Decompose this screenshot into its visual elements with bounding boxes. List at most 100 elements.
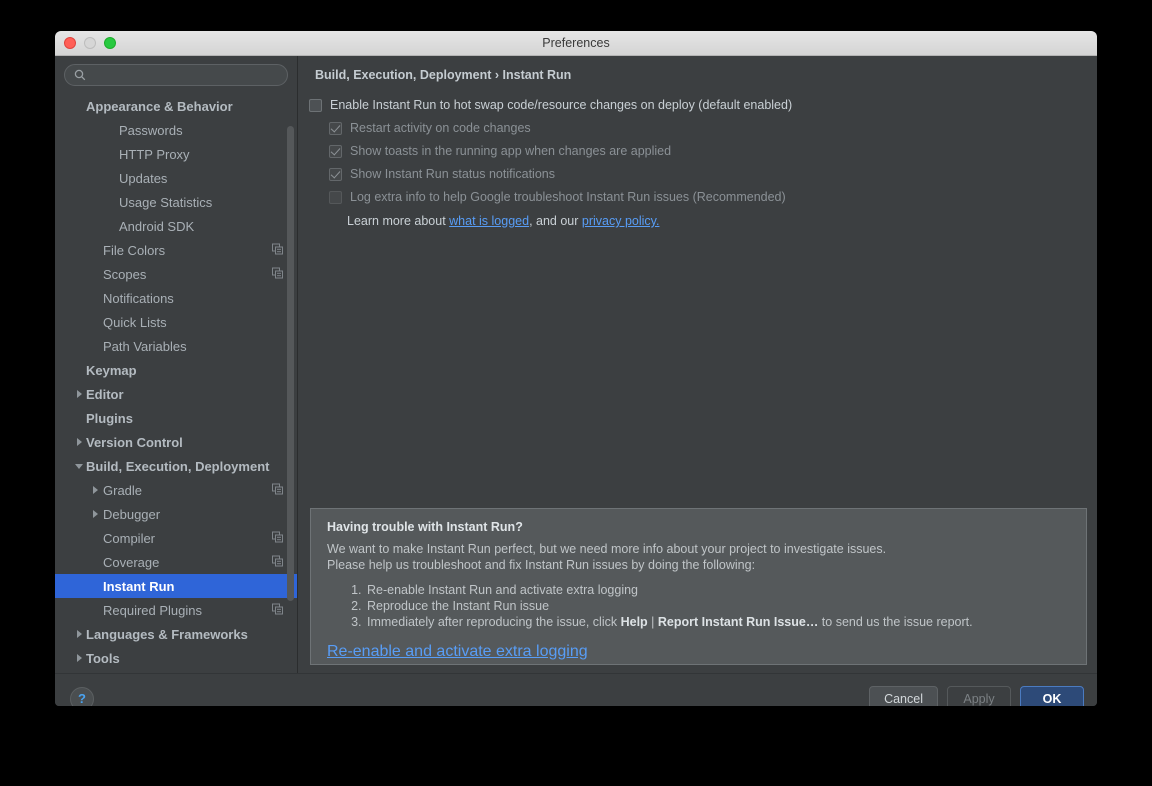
settings-sidebar: Appearance & Behavior Passwords HTTP Proxy… bbox=[55, 56, 297, 673]
sidebar-item-passwords[interactable]: Passwords bbox=[55, 118, 297, 142]
sidebar-item-debugger[interactable]: Debugger bbox=[55, 502, 297, 526]
checkbox-icon bbox=[329, 144, 342, 158]
sidebar-item-keymap[interactable]: Keymap bbox=[55, 358, 297, 382]
option-row[interactable]: Restart activity on code changes bbox=[329, 121, 1097, 135]
sidebar-item-appearance-behavior[interactable]: Appearance & Behavior bbox=[55, 94, 297, 118]
chevron-right-icon[interactable] bbox=[89, 486, 101, 494]
sidebar-item-languages-frameworks[interactable]: Languages & Frameworks bbox=[55, 622, 297, 646]
help-step: Reproduce the Instant Run issue bbox=[365, 598, 1070, 614]
sidebar-item-label: Android SDK bbox=[119, 218, 195, 234]
search-input[interactable] bbox=[92, 67, 278, 83]
sidebar-scrollbar-track[interactable] bbox=[287, 126, 294, 669]
sidebar-item-required-plugins[interactable]: Required Plugins bbox=[55, 598, 297, 622]
sidebar-item-updates[interactable]: Updates bbox=[55, 166, 297, 190]
option-row[interactable]: Enable Instant Run to hot swap code/reso… bbox=[309, 98, 1097, 112]
option-row[interactable]: Show toasts in the running app when chan… bbox=[329, 144, 1097, 158]
sidebar-item-scopes[interactable]: Scopes bbox=[55, 262, 297, 286]
sidebar-item-file-colors[interactable]: File Colors bbox=[55, 238, 297, 262]
chevron-right-icon[interactable] bbox=[73, 654, 85, 662]
learn-more-middle: , and our bbox=[529, 214, 582, 228]
sidebar-item-label: Build, Execution, Deployment bbox=[86, 458, 270, 474]
help-step: Re-enable Instant Run and activate extra… bbox=[365, 582, 1070, 598]
chevron-down-icon[interactable] bbox=[73, 463, 85, 469]
checkbox-icon[interactable] bbox=[309, 98, 322, 112]
chevron-right-icon[interactable] bbox=[73, 630, 85, 638]
apply-button: Apply bbox=[947, 685, 1011, 706]
checkbox-icon bbox=[329, 190, 342, 204]
window-titlebar: Preferences bbox=[55, 31, 1097, 56]
sidebar-item-plugins[interactable]: Plugins bbox=[55, 406, 297, 430]
sidebar-item-label: Gradle bbox=[103, 482, 143, 498]
options-list: Enable Instant Run to hot swap code/reso… bbox=[298, 98, 1097, 204]
sidebar-item-label: Appearance & Behavior bbox=[86, 98, 233, 114]
sidebar-item-build-execution-deployment[interactable]: Build, Execution, Deployment bbox=[55, 454, 297, 478]
copy-icon[interactable] bbox=[272, 243, 283, 258]
preferences-window: Preferences Appearance & Behavior Passwor… bbox=[55, 31, 1097, 706]
sidebar-item-http-proxy[interactable]: HTTP Proxy bbox=[55, 142, 297, 166]
copy-icon[interactable] bbox=[272, 603, 283, 618]
option-label: Restart activity on code changes bbox=[350, 121, 531, 135]
sidebar-item-label: Path Variables bbox=[103, 338, 187, 354]
sidebar-item-version-control[interactable]: Version Control bbox=[55, 430, 297, 454]
sidebar-item-instant-run[interactable]: Instant Run bbox=[55, 574, 297, 598]
help-step-text: Reproduce the Instant Run issue bbox=[367, 599, 550, 613]
chevron-right-icon[interactable] bbox=[89, 510, 101, 518]
help-menu-help: Help bbox=[620, 615, 648, 629]
chevron-right-icon[interactable] bbox=[73, 390, 85, 398]
dialog-body: Appearance & Behavior Passwords HTTP Proxy… bbox=[55, 56, 1097, 673]
copy-icon[interactable] bbox=[272, 531, 283, 546]
sidebar-item-label: Updates bbox=[119, 170, 168, 186]
sidebar-item-notifications[interactable]: Notifications bbox=[55, 286, 297, 310]
window-title: Preferences bbox=[542, 36, 610, 50]
help-step-text: Re-enable Instant Run and activate extra… bbox=[367, 583, 639, 597]
cancel-button[interactable]: Cancel bbox=[869, 685, 938, 706]
sidebar-item-android-sdk[interactable]: Android SDK bbox=[55, 214, 297, 238]
sidebar-item-label: Scopes bbox=[103, 266, 147, 282]
sidebar-scrollbar-thumb[interactable] bbox=[287, 126, 294, 601]
ok-button[interactable]: OK bbox=[1020, 685, 1084, 706]
chevron-right-icon[interactable] bbox=[73, 438, 85, 446]
option-row[interactable]: Log extra info to help Google troublesho… bbox=[329, 190, 1097, 204]
help-step-prefix: Immediately after reproducing the issue,… bbox=[367, 615, 621, 629]
help-icon[interactable]: ? bbox=[70, 686, 94, 706]
option-label: Show Instant Run status notifications bbox=[350, 167, 555, 181]
search-field[interactable] bbox=[64, 64, 288, 86]
help-step-suffix: to send us the issue report. bbox=[818, 615, 973, 629]
dialog-footer: ? Cancel Apply OK bbox=[55, 673, 1097, 706]
sidebar-item-label: Languages & Frameworks bbox=[86, 626, 248, 642]
copy-icon[interactable] bbox=[272, 555, 283, 570]
sidebar-item-label: Keymap bbox=[86, 362, 137, 378]
sidebar-item-compiler[interactable]: Compiler bbox=[55, 526, 297, 550]
sidebar-item-tools[interactable]: Tools bbox=[55, 646, 297, 670]
checkbox-icon bbox=[329, 167, 342, 181]
sidebar-item-gradle[interactable]: Gradle bbox=[55, 478, 297, 502]
sidebar-item-usage-statistics[interactable]: Usage Statistics bbox=[55, 190, 297, 214]
breadcrumb: Build, Execution, Deployment › Instant R… bbox=[315, 68, 572, 82]
sidebar-item-label: Usage Statistics bbox=[119, 194, 213, 210]
sidebar-item-label: Version Control bbox=[86, 434, 183, 450]
settings-detail-panel: Build, Execution, Deployment › Instant R… bbox=[298, 56, 1097, 673]
sidebar-item-label: Debugger bbox=[103, 506, 161, 522]
help-panel-line-2: Please help us troubleshoot and fix Inst… bbox=[327, 558, 756, 572]
sidebar-item-label: Coverage bbox=[103, 554, 160, 570]
sidebar-item-editor[interactable]: Editor bbox=[55, 382, 297, 406]
re-enable-logging-link[interactable]: Re-enable and activate extra logging bbox=[327, 643, 588, 660]
help-panel-steps: Re-enable Instant Run and activate extra… bbox=[327, 582, 1070, 630]
instant-run-help-panel: Having trouble with Instant Run? We want… bbox=[310, 508, 1087, 665]
privacy-policy-link[interactable]: privacy policy. bbox=[582, 214, 660, 228]
copy-icon[interactable] bbox=[272, 483, 283, 498]
sidebar-item-quick-lists[interactable]: Quick Lists bbox=[55, 310, 297, 334]
help-panel-line-1: We want to make Instant Run perfect, but… bbox=[327, 542, 887, 556]
sidebar-item-label: File Colors bbox=[103, 242, 166, 258]
option-row[interactable]: Show Instant Run status notifications bbox=[329, 167, 1097, 181]
copy-icon[interactable] bbox=[272, 267, 283, 282]
sidebar-item-label: Notifications bbox=[103, 290, 174, 306]
sidebar-item-label: HTTP Proxy bbox=[119, 146, 190, 162]
help-panel-link-wrap: Re-enable and activate extra logging bbox=[327, 643, 1070, 661]
sidebar-item-label: Instant Run bbox=[103, 578, 175, 594]
sidebar-item-path-variables[interactable]: Path Variables bbox=[55, 334, 297, 358]
sidebar-item-coverage[interactable]: Coverage bbox=[55, 550, 297, 574]
what-is-logged-link[interactable]: what is logged bbox=[449, 214, 529, 228]
help-menu-report-issue: Report Instant Run Issue… bbox=[657, 615, 819, 629]
help-step-sep: | bbox=[647, 615, 658, 629]
